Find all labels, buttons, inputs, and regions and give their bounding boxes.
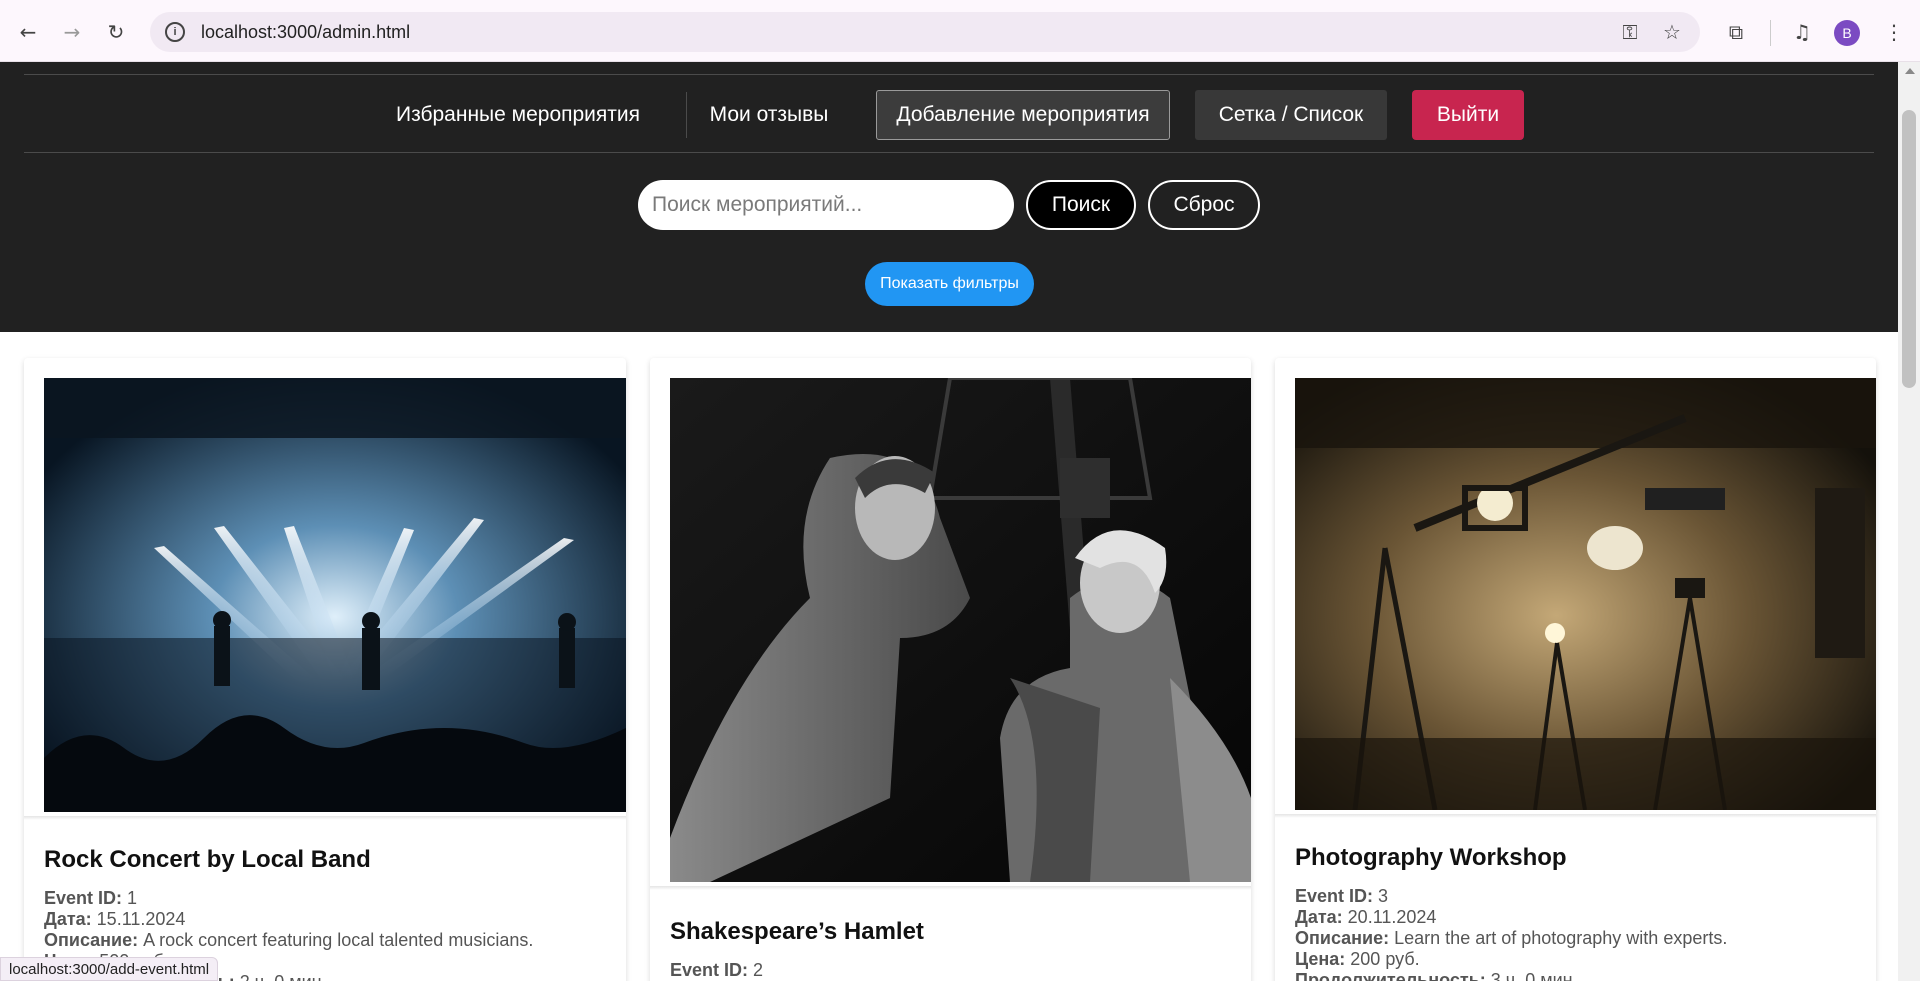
event-duration-value: 3 ч. 0 мин. xyxy=(1490,970,1578,981)
event-id-value: 1 xyxy=(127,888,138,908)
add-event-button[interactable]: Добавление мероприятия xyxy=(876,90,1170,140)
event-card[interactable]: Shakespeare’s Hamlet Event ID: 2 xyxy=(650,358,1251,981)
address-bar[interactable]: i localhost:3000/admin.html ⚿ ☆ xyxy=(150,12,1700,52)
reset-button[interactable]: Сброс xyxy=(1148,180,1260,230)
nav-reviews-link[interactable]: Мои отзывы xyxy=(700,90,838,140)
event-date-label: Дата: xyxy=(44,909,92,929)
event-price-label: Цена: xyxy=(1295,949,1346,969)
event-price-value: 200 руб. xyxy=(1350,949,1420,969)
page-scrollbar[interactable] xyxy=(1898,62,1920,981)
extensions-puzzle-icon[interactable]: ⧉ xyxy=(1722,18,1750,46)
search-input[interactable] xyxy=(638,180,1014,230)
event-id-value: 2 xyxy=(753,960,764,980)
event-card[interactable]: Photography Workshop Event ID: 3 Дата: 2… xyxy=(1275,358,1876,981)
event-duration-value: 2 ч. 0 мин. xyxy=(240,972,327,981)
page-header: Избранные мероприятия Мои отзывы Добавле… xyxy=(0,62,1898,332)
event-id-line: Event ID: 1 xyxy=(44,888,137,909)
scroll-up-arrow-icon[interactable] xyxy=(1905,68,1915,74)
event-title[interactable]: Shakespeare’s Hamlet xyxy=(670,918,924,946)
site-info-icon[interactable]: i xyxy=(165,22,185,42)
event-card[interactable]: Rock Concert by Local Band Event ID: 1 Д… xyxy=(24,358,626,981)
event-image-hamlet[interactable] xyxy=(670,378,1251,882)
back-arrow-icon[interactable]: ← xyxy=(12,16,44,48)
event-title[interactable]: Rock Concert by Local Band xyxy=(44,846,371,874)
logout-button[interactable]: Выйти xyxy=(1412,90,1524,140)
event-description-label: Описание: xyxy=(1295,928,1390,948)
profile-avatar[interactable]: B xyxy=(1834,20,1860,46)
event-id-line: Event ID: 3 xyxy=(1295,886,1388,907)
nav-divider xyxy=(686,92,687,138)
address-url[interactable]: localhost:3000/admin.html xyxy=(201,22,410,43)
link-status-bar: localhost:3000/add-event.html xyxy=(0,957,219,981)
forward-arrow-icon[interactable]: → xyxy=(56,16,88,48)
toolbar-divider xyxy=(1770,20,1771,46)
event-id-label: Event ID: xyxy=(44,888,123,908)
event-description-line: Описание: Learn the art of photography w… xyxy=(1295,928,1727,949)
header-top-divider xyxy=(24,74,1874,75)
search-button[interactable]: Поиск xyxy=(1026,180,1136,230)
reload-icon[interactable]: ↻ xyxy=(100,16,132,48)
event-description-value: A rock concert featuring local talented … xyxy=(143,930,534,950)
browser-toolbar: ← → ↻ i localhost:3000/admin.html ⚿ ☆ ⧉ … xyxy=(0,0,1920,62)
event-date-label: Дата: xyxy=(1295,907,1343,927)
event-id-value: 3 xyxy=(1378,886,1389,906)
bookmark-star-icon[interactable]: ☆ xyxy=(1660,20,1684,44)
event-description-value: Learn the art of photography with expert… xyxy=(1394,928,1728,948)
event-date-line: Дата: 20.11.2024 xyxy=(1295,907,1436,928)
image-divider xyxy=(1275,814,1876,818)
header-bottom-divider xyxy=(24,152,1874,153)
nav-favorites-link[interactable]: Избранные мероприятия xyxy=(380,90,656,140)
scrollbar-thumb[interactable] xyxy=(1902,110,1916,388)
event-date-value: 15.11.2024 xyxy=(96,909,186,929)
media-controls-icon[interactable]: ♫ xyxy=(1788,18,1816,46)
password-key-icon[interactable]: ⚿ xyxy=(1618,20,1642,44)
event-image-concert[interactable] xyxy=(44,378,626,812)
event-description-label: Описание: xyxy=(44,930,139,950)
event-date-value: 20.11.2024 xyxy=(1347,907,1437,927)
image-divider xyxy=(650,886,1251,890)
show-filters-button[interactable]: Показать фильтры xyxy=(865,262,1034,306)
event-title[interactable]: Photography Workshop xyxy=(1295,844,1567,872)
image-divider xyxy=(24,816,626,820)
grid-list-toggle-button[interactable]: Сетка / Список xyxy=(1195,90,1387,140)
browser-menu-icon[interactable]: ⋮ xyxy=(1880,18,1908,46)
event-duration-line: Продолжительность: 3 ч. 0 мин. xyxy=(1295,970,1578,981)
event-image-photography[interactable] xyxy=(1295,378,1876,810)
event-duration-label: Продолжительность: xyxy=(1295,970,1486,981)
event-id-label: Event ID: xyxy=(1295,886,1374,906)
event-id-label: Event ID: xyxy=(670,960,749,980)
event-date-line: Дата: 15.11.2024 xyxy=(44,909,185,930)
event-id-line: Event ID: 2 xyxy=(670,960,763,981)
event-description-line: Описание: A rock concert featuring local… xyxy=(44,930,533,951)
event-price-line: Цена: 200 руб. xyxy=(1295,949,1420,970)
